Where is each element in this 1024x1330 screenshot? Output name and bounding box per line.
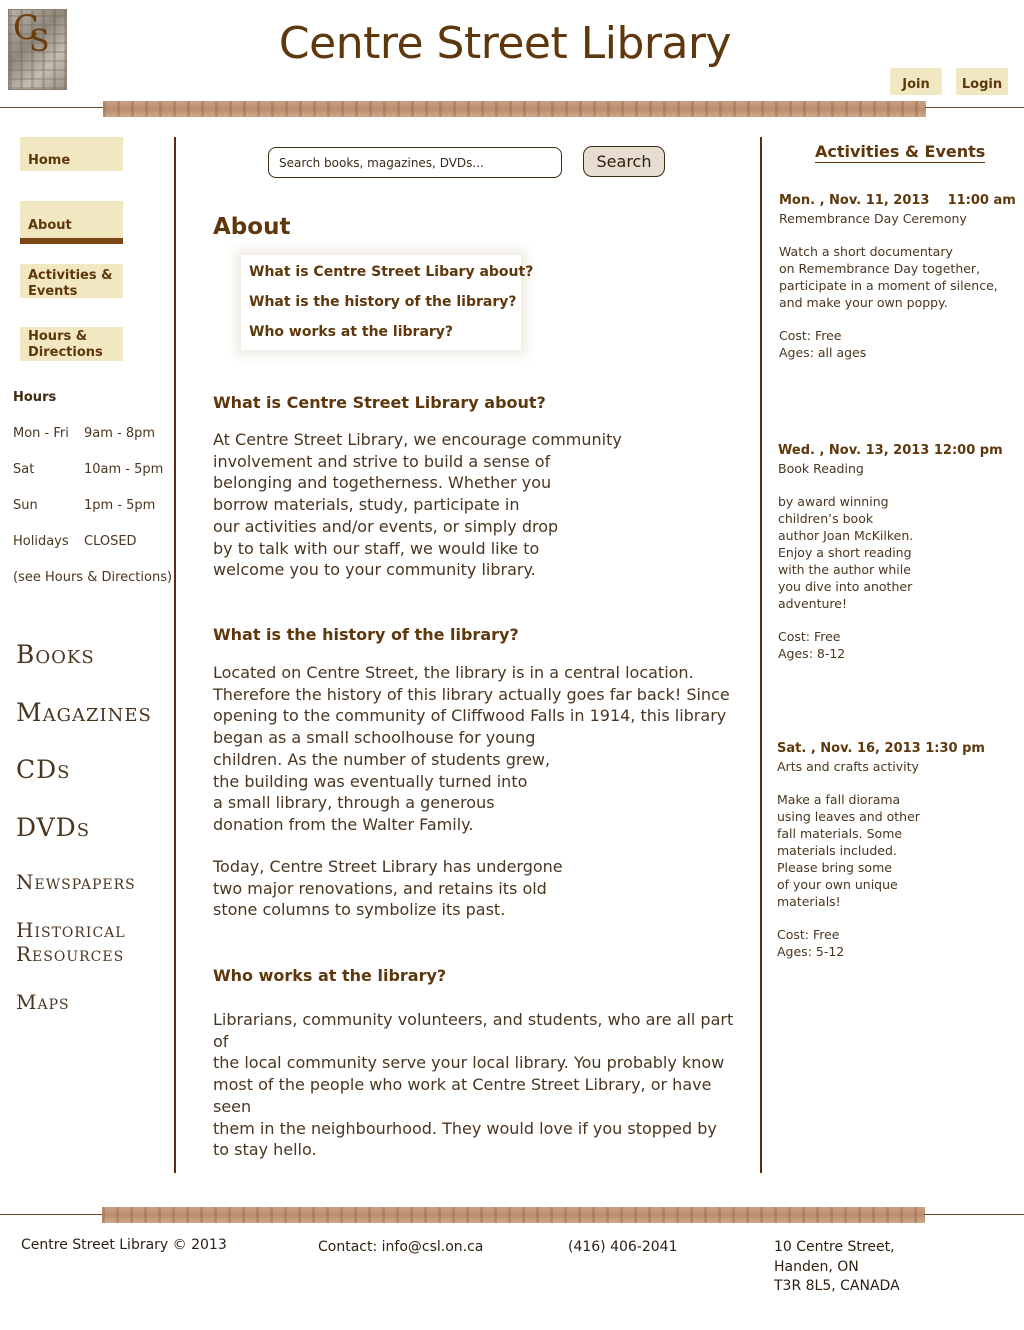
category-books[interactable]: Books [16,640,95,669]
footer-copyright: Centre Street Library © 2013 [21,1237,227,1253]
category-newspapers[interactable]: Newspapers [16,870,136,894]
library-logo[interactable]: C S [8,8,67,90]
event-cost: Cost: Free [778,629,841,644]
nav-home[interactable]: Home [20,137,123,171]
footer-wood-banner [102,1207,925,1223]
section-heading-about: What is Centre Street Library about? [213,393,546,412]
event-cost: Cost: Free [779,328,842,343]
hours-time: 1pm - 5pm [84,498,156,513]
toc-link-staff[interactable]: Who works at the library? [249,324,453,340]
hours-day: Mon - Fri [13,426,69,441]
hours-row: Sat 10am - 5pm [13,462,163,477]
toc-link-history[interactable]: What is the history of the library? [249,294,517,310]
login-button[interactable]: Login [956,68,1008,95]
section-body-history: Located on Centre Street, the library is… [213,663,730,834]
toc-link-about[interactable]: What is Centre Street Libary about? [249,264,533,280]
nav-hours-directions[interactable]: Hours & Directions [20,327,123,361]
join-button[interactable]: Join [890,68,942,95]
hours-time: 10am - 5pm [84,462,164,477]
right-column-divider [760,137,762,1173]
section-body-history-2: Today, Centre Street Library has undergo… [213,857,563,920]
category-cds[interactable]: CDs [16,755,71,784]
event-name: Arts and crafts activity [777,759,919,774]
event-date: Sat. , Nov. 16, 2013 1:30 pm [777,741,985,756]
hours-directions-link[interactable]: (see Hours & Directions) [13,570,172,585]
event-cost: Cost: Free [777,927,840,942]
nav-activities-events[interactable]: Activities & Events [20,264,123,299]
page-title: About [213,214,291,240]
event-description: Make a fall diorama using leaves and oth… [777,792,920,909]
nav-about[interactable]: About [20,201,123,244]
header-divider-right [925,107,1024,108]
footer-divider-left [0,1214,104,1215]
section-heading-staff: Who works at the library? [213,966,447,985]
footer-divider-right [924,1214,1024,1215]
event-description: by award winning children’s book author … [778,494,914,611]
hours-time: 9am - 8pm [84,426,156,441]
header-divider-left [0,107,104,108]
section-heading-history: What is the history of the library? [213,625,519,644]
site-title: Centre Street Library [278,18,732,69]
hours-day: Holidays [13,534,69,549]
hours-row: Sun 1pm - 5pm [13,498,155,513]
event-date: Wed. , Nov. 13, 2013 12:00 pm [778,443,1003,458]
event-name: Remembrance Day Ceremony [779,211,967,226]
hours-heading: Hours [13,390,57,405]
footer-phone: (416) 406-2041 [568,1239,678,1255]
event-ages: Ages: 5-12 [777,944,845,959]
logo-letter-s: S [29,24,50,59]
hours-day: Sun [13,498,38,513]
event-name: Book Reading [778,461,864,476]
category-historical-resources[interactable]: Historical Resources [16,918,156,966]
left-column-divider [174,137,176,1173]
footer-address: 10 Centre Street, Handen, ON T3R 8L5, CA… [774,1239,900,1294]
hours-row: Holidays CLOSED [13,534,137,549]
event-description: Watch a short documentary on Remembrance… [779,244,998,310]
search-input[interactable] [268,147,562,178]
header-wood-banner [103,101,926,117]
section-body-staff: Librarians, community volunteers, and st… [213,1010,734,1160]
hours-day: Sat [13,462,35,477]
event-ages: Ages: 8-12 [778,646,846,661]
category-maps[interactable]: Maps [16,990,70,1014]
category-dvds[interactable]: DVDs [16,813,90,842]
section-body-about: At Centre Street Library, we encourage c… [213,430,622,580]
search-button[interactable]: Search [583,146,665,177]
event-ages: Ages: all ages [779,345,867,360]
event-date: Mon. , Nov. 11, 2013 11:00 am [779,193,1016,208]
category-magazines[interactable]: Magazines [16,698,152,727]
hours-time: CLOSED [84,534,137,549]
hours-row: Mon - Fri 9am - 8pm [13,426,155,441]
events-title[interactable]: Activities & Events [815,142,986,163]
footer-contact-email[interactable]: Contact: info@csl.on.ca [318,1238,483,1258]
